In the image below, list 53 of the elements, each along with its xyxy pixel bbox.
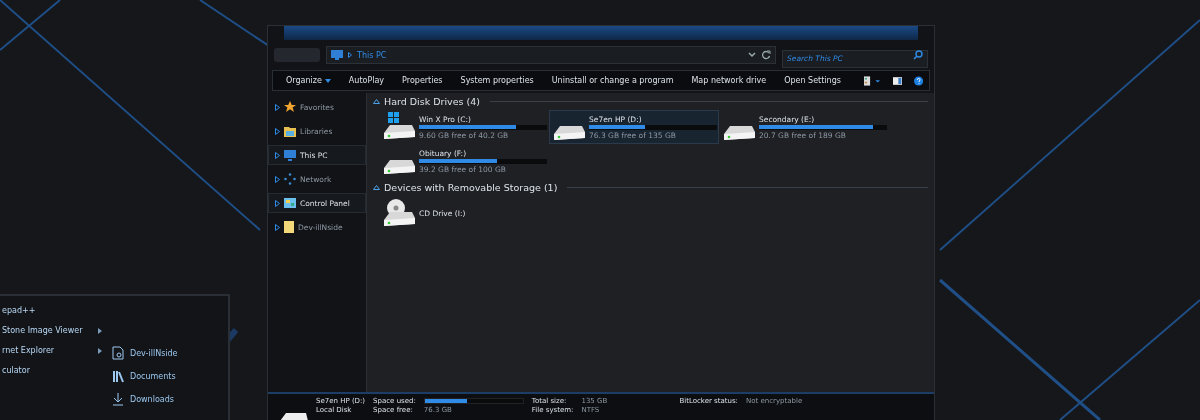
download-icon bbox=[112, 392, 124, 406]
expand-icon[interactable] bbox=[275, 223, 280, 231]
chevron-down-icon[interactable] bbox=[748, 52, 756, 58]
submenu-arrow-icon bbox=[98, 327, 102, 334]
collapse-icon[interactable] bbox=[373, 99, 380, 104]
toolbar-button[interactable]: Map network drive bbox=[684, 74, 774, 87]
toolbar-button[interactable]: Organize bbox=[279, 74, 338, 87]
expand-icon[interactable] bbox=[275, 199, 280, 207]
cd-drive-icon bbox=[383, 198, 415, 226]
preview-pane-icon[interactable] bbox=[892, 75, 902, 86]
refresh-icon[interactable] bbox=[761, 50, 771, 60]
place-label: Documents bbox=[130, 371, 176, 381]
program-item[interactable]: culator bbox=[2, 366, 102, 375]
breadcrumb-arrow-icon bbox=[348, 52, 352, 58]
monitor-icon bbox=[331, 50, 343, 60]
place-item[interactable]: Documents bbox=[112, 369, 178, 383]
view-options-icon[interactable] bbox=[863, 74, 881, 87]
toolbar-button[interactable]: Open Settings bbox=[777, 74, 848, 87]
expand-icon[interactable] bbox=[275, 151, 280, 159]
monitor-icon bbox=[284, 149, 296, 161]
hard-drive-icon bbox=[553, 126, 585, 140]
toolbar-button[interactable]: AutoPlay bbox=[341, 74, 392, 87]
group-header[interactable]: Devices with Removable Storage (1) bbox=[384, 182, 558, 193]
system-drive-icon bbox=[383, 112, 415, 140]
help-icon[interactable] bbox=[913, 74, 923, 87]
address-bar[interactable]: This PC bbox=[326, 46, 776, 64]
place-label: Downloads bbox=[130, 394, 174, 404]
submenu-arrow-icon bbox=[98, 347, 102, 354]
expand-icon[interactable] bbox=[275, 103, 280, 111]
dropdown-arrow-icon bbox=[324, 78, 331, 83]
search-icon bbox=[913, 50, 923, 60]
control-panel-icon bbox=[284, 198, 296, 208]
books-icon bbox=[112, 369, 124, 383]
star-icon bbox=[284, 101, 296, 113]
hard-drive-icon bbox=[723, 126, 755, 140]
folder-icon bbox=[284, 125, 296, 137]
toolbar-button[interactable]: Properties bbox=[395, 74, 450, 87]
expand-icon[interactable] bbox=[275, 127, 280, 135]
place-item[interactable]: Downloads bbox=[112, 392, 178, 406]
hard-drive-icon bbox=[383, 160, 415, 174]
place-label: Dev-illNside bbox=[130, 348, 178, 358]
place-item[interactable]: Dev-illNside bbox=[112, 346, 178, 360]
program-item[interactable]: Stone Image Viewer bbox=[2, 326, 102, 335]
toolbar-button[interactable]: System properties bbox=[453, 74, 541, 87]
network-icon bbox=[284, 173, 296, 185]
expand-icon[interactable] bbox=[275, 175, 280, 183]
collapse-icon[interactable] bbox=[373, 185, 380, 190]
program-item[interactable]: epad++ bbox=[2, 306, 102, 315]
group-header[interactable]: Hard Disk Drives (4) bbox=[384, 96, 480, 107]
program-item[interactable]: rnet Explorer bbox=[2, 346, 102, 355]
folder-icon bbox=[284, 221, 294, 233]
user-document-icon bbox=[112, 346, 124, 360]
toolbar-button[interactable]: Uninstall or change a program bbox=[544, 74, 681, 87]
